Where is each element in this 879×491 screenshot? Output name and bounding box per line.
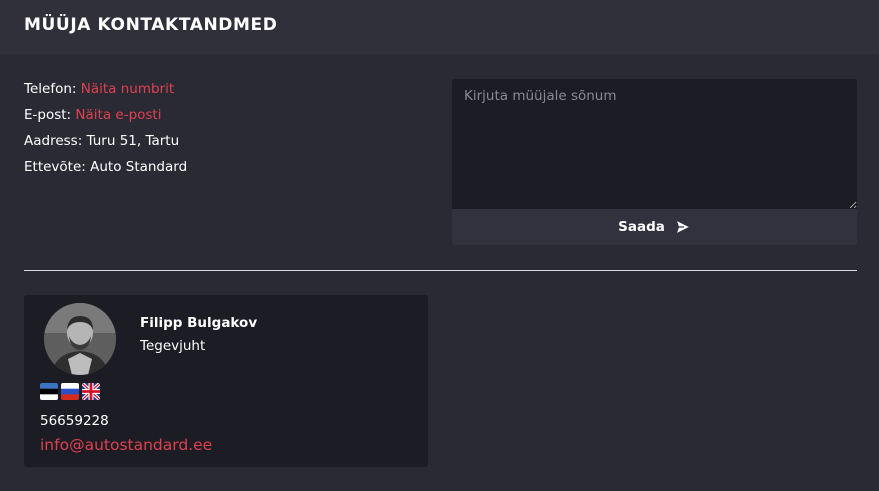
show-phone-link[interactable]: Näita numbrit <box>81 81 174 97</box>
email-row: E-post: Näita e-posti <box>24 106 187 132</box>
phone-label: Telefon: <box>24 81 77 97</box>
seller-name: Filipp Bulgakov <box>140 315 258 331</box>
seller-email-link[interactable]: info@autostandard.ee <box>40 436 212 454</box>
seller-role: Tegevjuht <box>140 338 206 354</box>
seller-avatar <box>44 303 116 375</box>
company-text: Ettevõte: Auto Standard <box>24 159 188 175</box>
send-arrow-icon <box>675 219 691 235</box>
send-button[interactable]: Saada <box>452 209 857 245</box>
section-title: MÜÜJA KONTAKTANDMED <box>24 15 278 35</box>
send-button-label: Saada <box>618 219 665 235</box>
message-textarea[interactable] <box>452 79 857 209</box>
section-header: MÜÜJA KONTAKTANDMED <box>0 0 879 54</box>
contact-info: Telefon: Näita numbrit E-post: Näita e-p… <box>24 80 187 184</box>
address-text: Aadress: Turu 51, Tartu <box>24 133 180 149</box>
avatar-photo-icon <box>44 303 116 375</box>
language-flags <box>40 383 100 400</box>
estonia-flag-icon <box>40 383 58 400</box>
uk-flag-icon <box>82 383 100 400</box>
show-email-link[interactable]: Näita e-posti <box>75 107 161 123</box>
section-divider <box>24 270 857 271</box>
phone-row: Telefon: Näita numbrit <box>24 80 187 106</box>
email-label: E-post: <box>24 107 72 123</box>
seller-phone: 56659228 <box>40 413 109 429</box>
seller-card: Filipp Bulgakov Tegevjuht 56659228 info@… <box>24 295 428 467</box>
russia-flag-icon <box>61 383 79 400</box>
